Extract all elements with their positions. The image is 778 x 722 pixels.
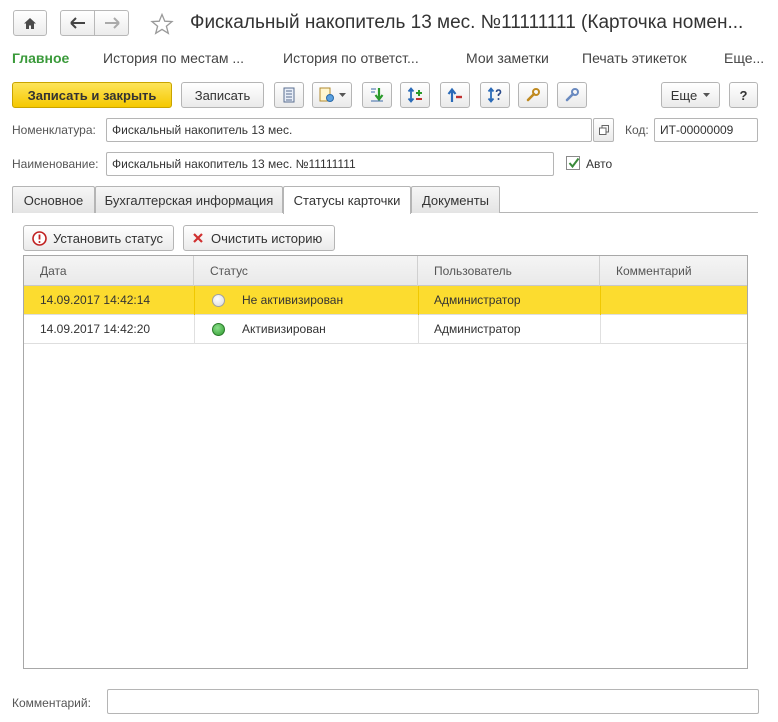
status-history-table[interactable]: Дата Статус Пользователь Комментарий 14.…: [23, 255, 748, 669]
auto-checkbox[interactable]: [566, 156, 580, 170]
forward-button[interactable]: [94, 10, 129, 36]
arrow-right-icon: [104, 17, 120, 29]
clear-history-button[interactable]: Очистить историю: [183, 225, 335, 251]
status-inactive-icon: [212, 294, 225, 307]
row-user: Администратор: [434, 322, 521, 336]
column-comment[interactable]: Комментарий: [600, 256, 747, 286]
favorite-star-icon[interactable]: [150, 12, 174, 38]
checkmark-icon: [567, 156, 581, 173]
code-label: Код:: [625, 123, 649, 137]
name-label: Наименование:: [12, 157, 99, 171]
create-based-on-button[interactable]: [312, 82, 352, 108]
tab-documents[interactable]: Документы: [411, 186, 500, 213]
tab-main[interactable]: Основное: [12, 186, 95, 213]
section-history-places[interactable]: История по местам ...: [103, 50, 244, 66]
arrow-up-minus-icon: [447, 87, 463, 103]
window-title: Фискальный накопитель 13 мес. №11111111 …: [190, 12, 744, 33]
arrow-down-icon: [369, 87, 385, 103]
column-status[interactable]: Статус: [194, 256, 418, 286]
comment-label: Комментарий:: [12, 696, 91, 710]
table-row[interactable]: 14.09.2017 14:42:20 Активизирован Админи…: [24, 315, 747, 344]
open-window-icon: [598, 125, 609, 135]
section-main[interactable]: Главное: [12, 50, 69, 66]
status-active-icon: [212, 323, 225, 336]
clear-history-label: Очистить историю: [211, 230, 323, 246]
home-button[interactable]: [13, 10, 47, 36]
help-button[interactable]: ?: [729, 82, 758, 108]
document-gear-icon: [319, 87, 335, 103]
row-divider: [600, 286, 601, 315]
table-row[interactable]: 14.09.2017 14:42:14 Не активизирован Адм…: [24, 286, 747, 315]
alert-circle-icon: [32, 230, 47, 246]
tab-card-statuses[interactable]: Статусы карточки: [283, 186, 411, 214]
sort-add-button[interactable]: [400, 82, 430, 108]
arrow-left-icon: [69, 17, 86, 29]
more-actions-label: Еще: [670, 87, 698, 103]
save-and-close-button[interactable]: Записать и закрыть: [12, 82, 172, 108]
chevron-down-icon: [338, 93, 346, 97]
row-divider: [194, 315, 195, 344]
section-history-responsible[interactable]: История по ответст...: [283, 50, 419, 66]
section-more[interactable]: Еще...: [724, 50, 764, 66]
row-status: Не активизирован: [242, 293, 344, 307]
row-date: 14.09.2017 14:42:14: [40, 293, 151, 307]
row-date: 14.09.2017 14:42:20: [40, 322, 151, 336]
row-divider: [418, 315, 419, 344]
nomenclature-label: Номенклатура:: [12, 123, 96, 137]
section-my-notes[interactable]: Мои заметки: [466, 50, 549, 66]
tools-button[interactable]: [557, 82, 587, 108]
home-icon: [23, 17, 37, 30]
sort-plus-icon: [407, 87, 423, 103]
structure-button[interactable]: [274, 82, 304, 108]
row-divider: [600, 315, 601, 344]
set-status-label: Установить статус: [53, 230, 164, 246]
back-button[interactable]: [60, 10, 95, 36]
table-header: Дата Статус Пользователь Комментарий: [24, 256, 747, 286]
tab-accounting[interactable]: Бухгалтерская информация: [95, 186, 283, 213]
wrench-icon: [525, 87, 541, 103]
comment-field[interactable]: [107, 689, 759, 714]
open-nomenclature-button[interactable]: [593, 118, 614, 142]
chevron-down-icon: [703, 93, 711, 97]
wrench-blue-icon: [564, 87, 580, 103]
name-field[interactable]: Фискальный накопитель 13 мес. №11111111: [106, 152, 554, 176]
row-divider: [194, 286, 195, 315]
nomenclature-field[interactable]: Фискальный накопитель 13 мес.: [106, 118, 592, 142]
save-button[interactable]: Записать: [181, 82, 264, 108]
list-icon: [283, 87, 295, 103]
row-status: Активизирован: [242, 322, 326, 336]
sort-help-button[interactable]: [480, 82, 510, 108]
row-divider: [418, 286, 419, 315]
move-down-button[interactable]: [362, 82, 392, 108]
close-icon: [192, 232, 204, 244]
sort-question-icon: [487, 87, 503, 103]
column-date[interactable]: Дата: [24, 256, 194, 286]
more-actions-button[interactable]: Еще: [661, 82, 720, 108]
row-user: Администратор: [434, 293, 521, 307]
section-print-labels[interactable]: Печать этикеток: [582, 50, 687, 66]
column-user[interactable]: Пользователь: [418, 256, 600, 286]
auto-label[interactable]: Авто: [586, 157, 612, 171]
move-up-button[interactable]: [440, 82, 470, 108]
set-status-button[interactable]: Установить статус: [23, 225, 174, 251]
code-field[interactable]: ИТ-00000009: [654, 118, 758, 142]
settings-button[interactable]: [518, 82, 548, 108]
